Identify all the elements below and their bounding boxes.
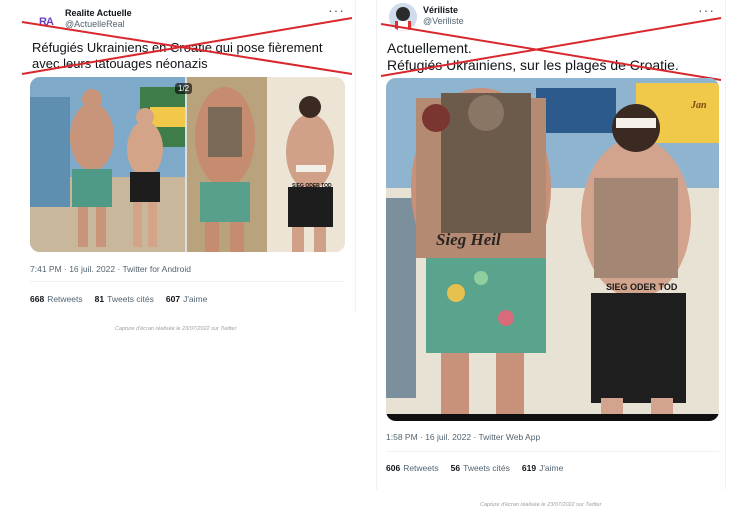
umbrella-text: Jan	[691, 100, 707, 111]
author-name[interactable]: Vériliste	[423, 5, 458, 15]
tweet-media[interactable]: 1/2 SIEG ODER TOD	[30, 77, 345, 252]
screenshot-caption-right: Capture d'écran réalisée le 23/07/2022 s…	[480, 502, 602, 508]
tweet-timestamp[interactable]: 7:41 PM · 16 juil. 2022 · Twitter for An…	[30, 264, 191, 274]
quotes-label: Tweets cités	[107, 294, 154, 304]
author-handle[interactable]: @ActuelleReal	[65, 19, 125, 29]
tweet-card-left: RA Realite Actuelle @ActuelleReal ··· Ré…	[20, 0, 356, 312]
screenshot-caption-left: Capture d'écran réalisée le 23/07/2022 s…	[115, 326, 237, 332]
tattoo-caption: SIEG ODER TOD	[292, 183, 332, 189]
more-options-icon[interactable]: ···	[698, 2, 715, 18]
retweets-label: Retweets	[47, 294, 83, 304]
media-photo-collage	[30, 77, 345, 252]
tweet-text: Actuellement. Réfugiés Ukrainiens, sur l…	[387, 40, 717, 74]
retweets-label: Retweets	[403, 463, 439, 473]
engagement-stats: 606 Retweets 56 Tweets cités 619 J'aime	[386, 463, 563, 473]
likes-count: 619	[521, 463, 537, 473]
tweet-text-line1: Actuellement.	[387, 40, 472, 56]
author-name[interactable]: Realite Actuelle	[65, 8, 132, 18]
engagement-stats: 668 Retweets 81 Tweets cités 607 J'aime	[30, 294, 207, 304]
avatar[interactable]	[389, 3, 417, 31]
image-counter-badge: 1/2	[175, 83, 193, 94]
quote-tweets-link[interactable]: 81 Tweets cités	[95, 294, 154, 304]
tweet-timestamp[interactable]: 1:58 PM · 16 juil. 2022 · Twitter Web Ap…	[386, 432, 540, 442]
quotes-count: 81	[94, 294, 105, 304]
quotes-label: Tweets cités	[463, 463, 510, 473]
likes-link[interactable]: 607 J'aime	[166, 294, 207, 304]
avatar-logo-text: RA	[39, 16, 54, 28]
avatar[interactable]: RA	[32, 8, 60, 36]
tweet-card-right: Vériliste @Veriliste ··· Actuellement. R…	[376, 0, 726, 490]
retweets-link[interactable]: 606 Retweets	[386, 463, 439, 473]
tattoo-text-sieg-oder-tod: SIEG ODER TOD	[606, 282, 678, 292]
tweet-text: Réfugiés Ukrainiens en Croatie qui pose …	[32, 40, 323, 71]
retweets-count: 668	[30, 294, 45, 304]
more-options-icon[interactable]: ···	[328, 2, 345, 18]
likes-label: J'aime	[539, 463, 564, 473]
divider	[386, 451, 719, 452]
likes-count: 607	[165, 294, 181, 304]
retweets-link[interactable]: 668 Retweets	[30, 294, 83, 304]
quotes-count: 56	[450, 463, 461, 473]
likes-link[interactable]: 619 J'aime	[522, 463, 563, 473]
tweet-media[interactable]: Sieg Heil SIEG ODER TOD Jan	[386, 78, 719, 421]
likes-label: J'aime	[183, 294, 208, 304]
divider	[30, 281, 345, 282]
author-handle[interactable]: @Veriliste	[423, 16, 464, 26]
tweet-text-line2: Réfugiés Ukrainiens, sur les plages de C…	[387, 57, 679, 73]
avatar-image	[389, 3, 417, 31]
tattoo-text-sieg-heil: Sieg Heil	[436, 230, 501, 249]
quote-tweets-link[interactable]: 56 Tweets cités	[451, 463, 510, 473]
retweets-count: 606	[386, 463, 401, 473]
